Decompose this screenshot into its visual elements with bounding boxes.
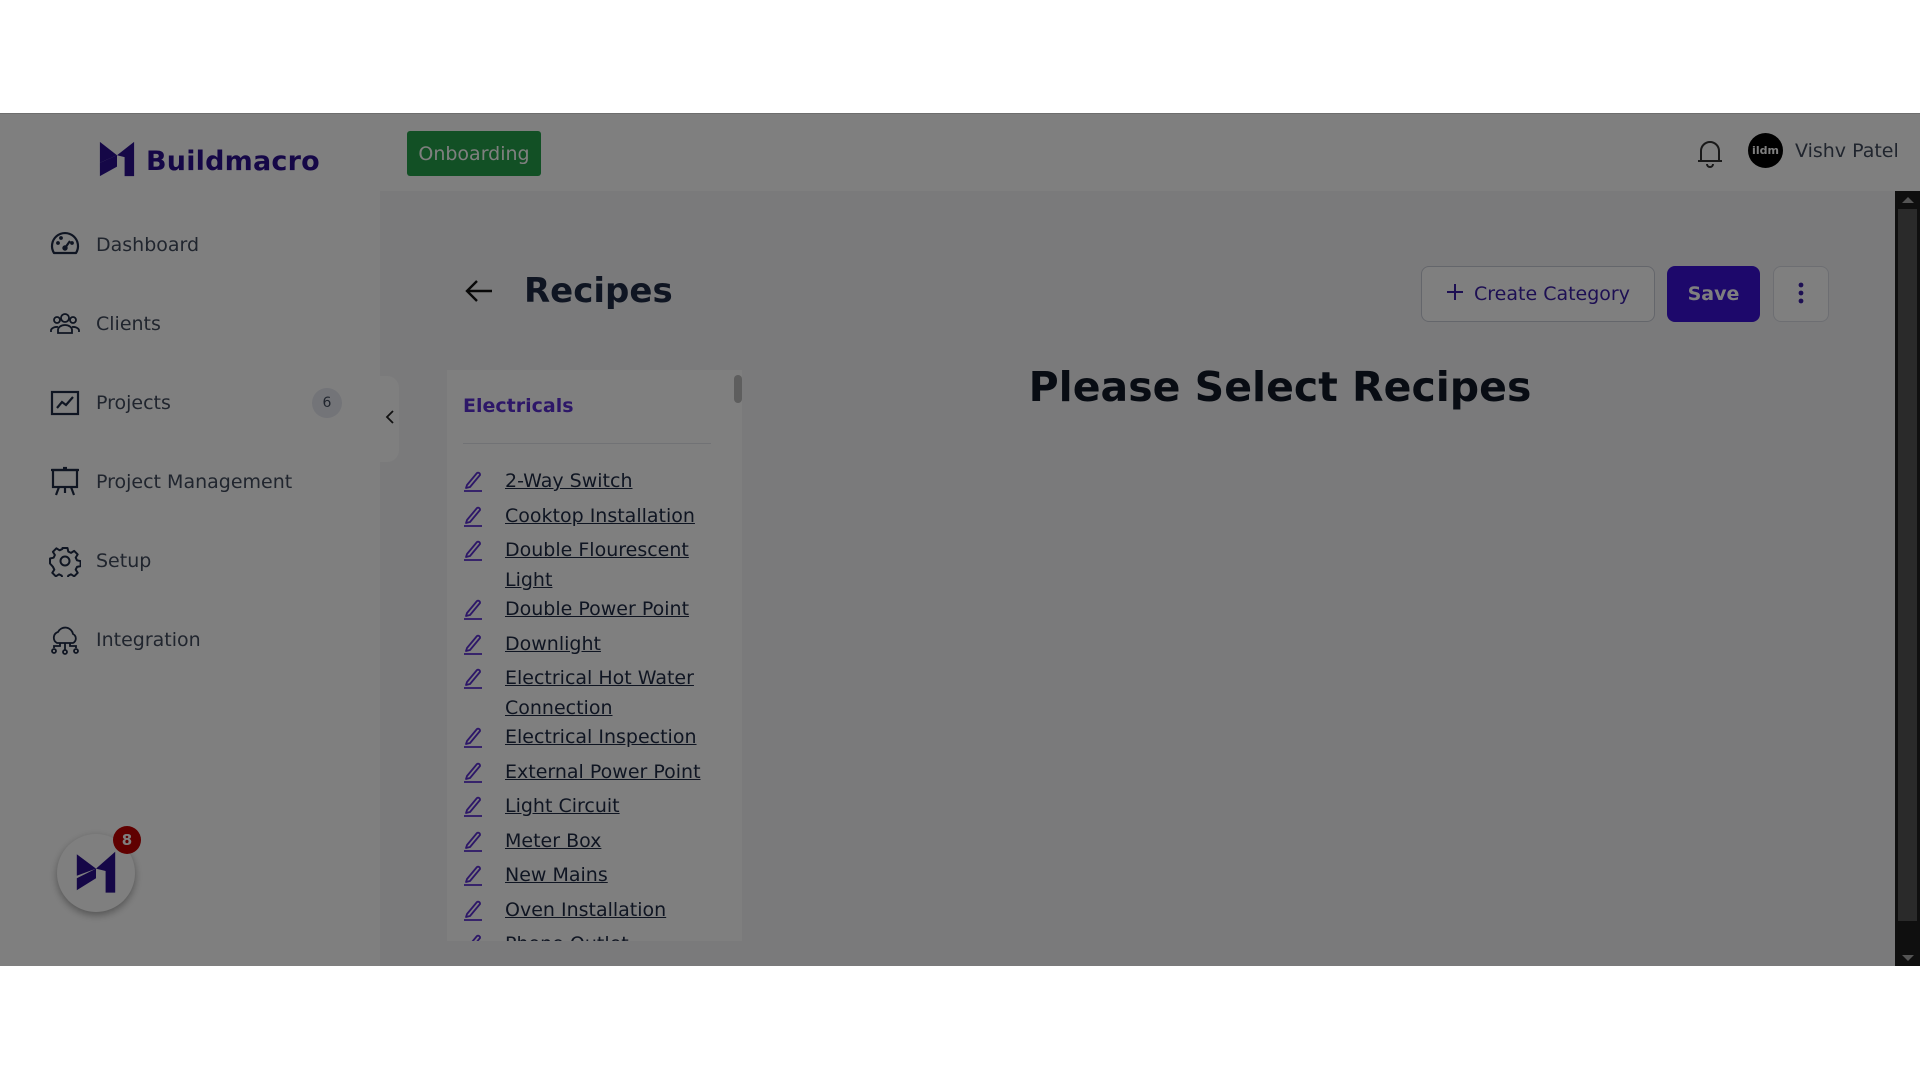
modal-backdrop-overlay[interactable]: [0, 113, 1920, 966]
screen: Buildmacro Dashboard Clients: [0, 0, 1920, 1080]
